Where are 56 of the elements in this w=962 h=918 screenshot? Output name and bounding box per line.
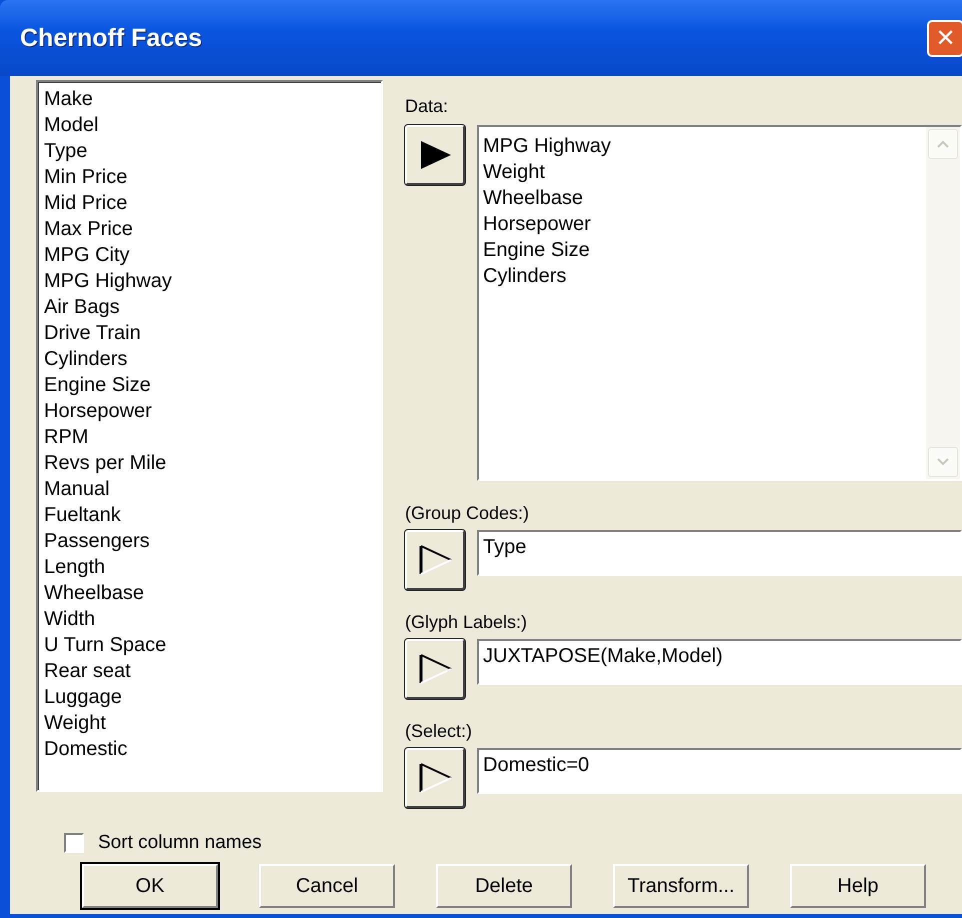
column-item[interactable]: Engine Size: [44, 372, 375, 398]
column-item[interactable]: Make: [44, 86, 375, 112]
column-item[interactable]: MPG Highway: [44, 268, 375, 294]
dialog-button[interactable]: OK: [82, 864, 218, 908]
dialog-button[interactable]: Cancel: [259, 864, 395, 908]
add-button[interactable]: [405, 748, 465, 808]
field-label: (Glyph Labels:): [405, 612, 528, 633]
column-item[interactable]: Length: [44, 554, 375, 580]
data-item[interactable]: Weight: [483, 159, 922, 185]
chevron-up-icon: [936, 139, 950, 149]
field-label: (Select:): [405, 721, 474, 742]
column-item[interactable]: Horsepower: [44, 398, 375, 424]
column-item[interactable]: Weight: [44, 710, 375, 736]
data-label: Data:: [405, 96, 450, 117]
dialog-button[interactable]: Help: [790, 864, 926, 908]
checkbox[interactable]: [64, 833, 84, 853]
column-item[interactable]: Min Price: [44, 164, 375, 190]
field-label: (Group Codes:): [405, 503, 530, 524]
column-item[interactable]: Cylinders: [44, 346, 375, 372]
data-item[interactable]: Cylinders: [483, 263, 922, 289]
column-item[interactable]: Width: [44, 606, 375, 632]
column-item[interactable]: Passengers: [44, 528, 375, 554]
column-item[interactable]: RPM: [44, 424, 375, 450]
data-item[interactable]: Wheelbase: [483, 185, 922, 211]
data-item[interactable]: MPG Highway: [483, 133, 922, 159]
input-field[interactable]: Type: [477, 530, 962, 576]
column-item[interactable]: Air Bags: [44, 294, 375, 320]
column-item[interactable]: Luggage: [44, 684, 375, 710]
window-title: Chernoff Faces: [20, 24, 202, 52]
column-list[interactable]: [36, 80, 383, 792]
column-item[interactable]: Mid Price: [44, 190, 375, 216]
column-item[interactable]: Type: [44, 138, 375, 164]
checkbox-label[interactable]: Sort column names: [98, 832, 262, 854]
column-item[interactable]: Manual: [44, 476, 375, 502]
column-item[interactable]: MPG City: [44, 242, 375, 268]
column-item[interactable]: Revs per Mile: [44, 450, 375, 476]
chevron-down-icon: [936, 457, 950, 467]
column-item[interactable]: Drive Train: [44, 320, 375, 346]
add-button[interactable]: [405, 639, 465, 699]
input-field[interactable]: Domestic=0: [477, 748, 962, 794]
dialog-button[interactable]: Transform...: [613, 864, 749, 908]
dialog-button[interactable]: Delete: [436, 864, 572, 908]
input-field[interactable]: JUXTAPOSE(Make,Model): [477, 639, 962, 685]
column-item[interactable]: Domestic: [44, 736, 375, 762]
column-item[interactable]: Max Price: [44, 216, 375, 242]
data-list[interactable]: MPG Highway Weight Wheelbase Horsepower Engine Size Cylinders: [477, 125, 962, 481]
column-item[interactable]: Wheelbase: [44, 580, 375, 606]
column-item[interactable]: U Turn Space: [44, 632, 375, 658]
column-item[interactable]: Fueltank: [44, 502, 375, 528]
data-item[interactable]: Engine Size: [483, 237, 922, 263]
add-button[interactable]: [405, 530, 465, 590]
close-button[interactable]: ✕: [927, 20, 962, 56]
add-button[interactable]: [405, 125, 465, 185]
column-item[interactable]: Model: [44, 112, 375, 138]
data-item[interactable]: Horsepower: [483, 211, 922, 237]
column-item[interactable]: Rear seat: [44, 658, 375, 684]
